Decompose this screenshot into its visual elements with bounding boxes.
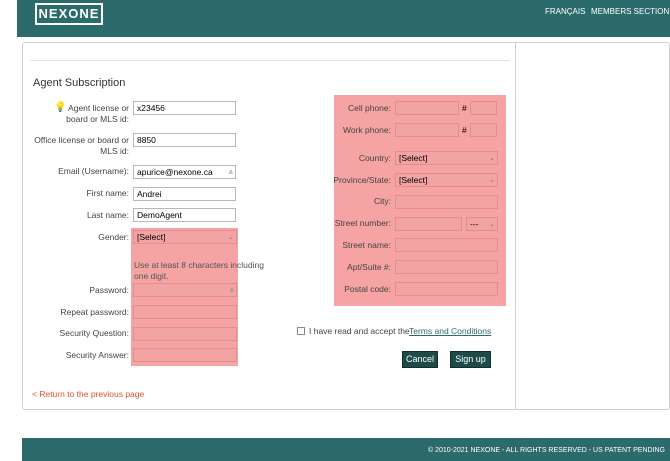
cancel-button[interactable]: Cancel: [402, 351, 438, 368]
cell-phone-label: Cell phone:: [347, 103, 391, 113]
gender-label: Gender:: [98, 232, 129, 242]
top-header: NEXONE FRANÇAIS MEMBERS SECTION: [17, 0, 670, 37]
agent-license-label: Agent license or board or MLS id:: [66, 103, 129, 124]
security-question-input[interactable]: [133, 327, 237, 341]
apt-suite-input[interactable]: [395, 260, 498, 274]
street-number-input[interactable]: [395, 217, 462, 231]
security-answer-input[interactable]: [133, 348, 237, 362]
footer-copyright: © 2010-2021 NEXONE - ALL RIGHTS RESERVED…: [427, 447, 665, 454]
chevron-down-icon: ⌄: [489, 221, 495, 228]
terms-text: I have read and accept the: [309, 326, 410, 336]
chevron-down-icon: ⌄: [489, 155, 495, 162]
security-question-label: Security Question:: [59, 328, 129, 338]
password-manager-icon[interactable]: ⩓: [229, 284, 234, 296]
return-previous-page-link[interactable]: < Return to the previous page: [32, 389, 144, 399]
repeat-password-label: Repeat password:: [60, 307, 129, 317]
cell-phone-ext-hash: #: [462, 103, 467, 113]
province-select[interactable]: [Select] ⌄: [395, 173, 498, 187]
street-name-label: Street name:: [342, 240, 391, 250]
chevron-down-icon: ⌄: [489, 177, 495, 184]
nexone-logo[interactable]: NEXONE: [35, 3, 103, 25]
cell-phone-input[interactable]: [395, 101, 459, 115]
office-license-input[interactable]: 8850: [133, 133, 236, 147]
first-name-input[interactable]: Andrei: [133, 187, 236, 201]
postal-code-input[interactable]: [395, 282, 498, 296]
country-select[interactable]: [Select] ⌄: [395, 151, 498, 165]
work-phone-label: Work phone:: [342, 125, 391, 135]
gender-value: [Select]: [137, 232, 166, 242]
chevron-down-icon: ⌄: [228, 234, 234, 241]
province-label: Province/State:: [333, 175, 391, 185]
postal-code-label: Postal code:: [344, 284, 391, 294]
gender-select[interactable]: [Select] ⌄: [133, 230, 237, 244]
work-phone-ext-hash: #: [462, 125, 467, 135]
password-hint: Use at least 8 characters including one …: [134, 260, 264, 281]
last-name-input[interactable]: DemoAgent: [133, 208, 236, 222]
page-title: Agent Subscription: [33, 77, 126, 89]
city-input[interactable]: [395, 195, 498, 209]
panel-divider: [515, 42, 516, 410]
terms-and-conditions-link[interactable]: Terms and Conditions: [409, 326, 491, 336]
apt-suite-label: Apt/Suite #:: [347, 262, 391, 272]
password-label: Password:: [89, 285, 129, 295]
cell-phone-ext-input[interactable]: [470, 101, 497, 115]
panel-top-rule: [30, 60, 510, 61]
nav-francais-link[interactable]: FRANÇAIS: [545, 7, 585, 16]
street-suffix-select[interactable]: --- ⌄: [466, 217, 498, 231]
left-error-highlight: [131, 228, 238, 366]
email-input[interactable]: apurice@nexone.ca ⩓: [133, 165, 236, 179]
terms-checkbox[interactable]: [297, 327, 305, 335]
email-label: Email (Username):: [58, 166, 129, 176]
street-name-input[interactable]: [395, 238, 498, 252]
password-input[interactable]: ⩓: [133, 283, 237, 297]
password-manager-icon[interactable]: ⩓: [228, 166, 233, 178]
province-value: [Select]: [399, 175, 428, 185]
city-label: City:: [374, 196, 391, 206]
agent-license-input[interactable]: x23456: [133, 101, 236, 115]
country-value: [Select]: [399, 153, 428, 163]
security-answer-label: Security Answer:: [65, 350, 129, 360]
work-phone-input[interactable]: [395, 123, 459, 137]
work-phone-ext-input[interactable]: [470, 123, 497, 137]
street-suffix-value: ---: [470, 219, 479, 229]
email-value: apurice@nexone.ca: [137, 167, 213, 177]
nav-members-section-link[interactable]: MEMBERS SECTION: [591, 7, 669, 16]
sign-up-button[interactable]: Sign up: [450, 351, 491, 368]
country-label: Country:: [358, 153, 391, 163]
repeat-password-input[interactable]: [133, 305, 237, 319]
last-name-label: Last name:: [86, 210, 129, 220]
office-license-label: Office license or board or MLS id:: [34, 135, 129, 156]
first-name-label: First name:: [86, 188, 129, 198]
street-number-label: Street number:: [334, 218, 391, 228]
footer: © 2010-2021 NEXONE - ALL RIGHTS RESERVED…: [22, 438, 670, 461]
